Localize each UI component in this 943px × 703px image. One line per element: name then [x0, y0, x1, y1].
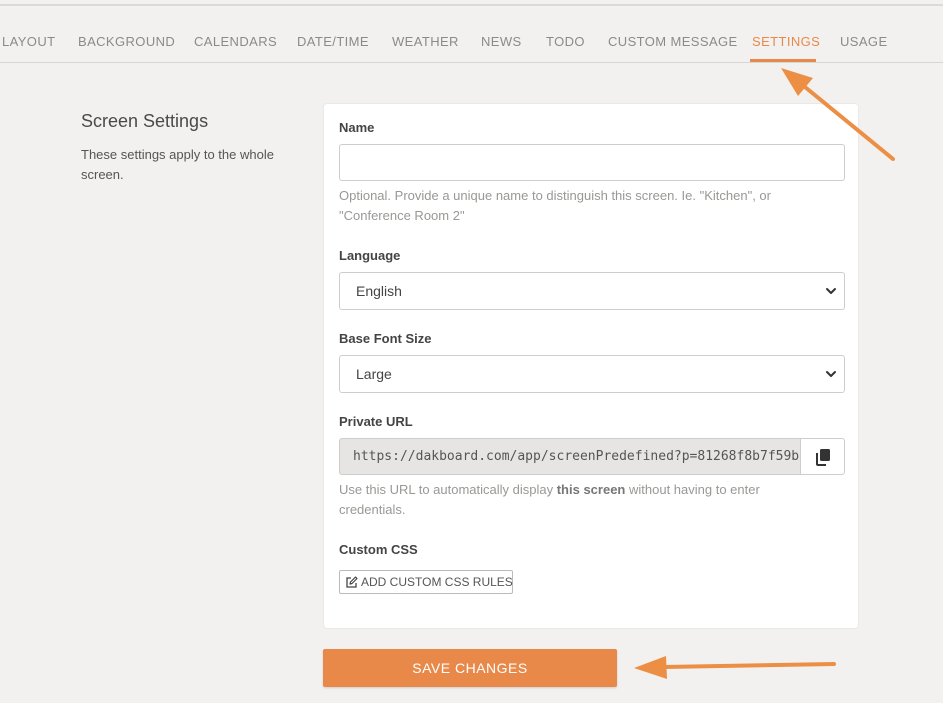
copy-icon: [816, 449, 830, 466]
private-url-value: https://dakboard.com/app/screenPredefine…: [353, 449, 800, 464]
tab-calendars[interactable]: CALENDARS: [194, 34, 277, 49]
private-url-group: https://dakboard.com/app/screenPredefine…: [339, 438, 845, 475]
private-url-label: Private URL: [339, 414, 413, 429]
active-tab-indicator: [750, 59, 816, 62]
tab-usage[interactable]: USAGE: [840, 34, 888, 49]
edit-icon: [346, 576, 358, 588]
tab-custom-message[interactable]: CUSTOM MESSAGE: [608, 34, 738, 49]
chevron-down-icon: [826, 371, 836, 377]
tab-news[interactable]: NEWS: [481, 34, 522, 49]
name-help: Optional. Provide a unique name to disti…: [339, 188, 771, 223]
custom-css-label: Custom CSS: [339, 542, 418, 557]
tab-layout[interactable]: LAYOUT: [2, 34, 55, 49]
tab-date-time[interactable]: DATE/TIME: [297, 34, 369, 49]
language-value: English: [356, 283, 402, 299]
name-label: Name: [339, 120, 375, 135]
font-size-select[interactable]: Large: [339, 355, 845, 393]
section-description: These settings apply to the whole screen…: [81, 147, 274, 182]
tab-weather[interactable]: WEATHER: [392, 34, 459, 49]
tab-settings[interactable]: SETTINGS: [752, 34, 820, 49]
font-size-label: Base Font Size: [339, 331, 432, 346]
private-url-help-text: Use this URL to automatically display: [339, 482, 557, 497]
language-select[interactable]: English: [339, 272, 845, 310]
arrow-icon: [634, 656, 836, 679]
tab-todo[interactable]: TODO: [546, 34, 585, 49]
settings-page: LAYOUT BACKGROUND CALENDARS DATE/TIME WE…: [0, 0, 943, 703]
private-url-help-bold: this screen: [556, 482, 626, 497]
name-input[interactable]: [339, 144, 845, 181]
add-custom-css-label: ADD CUSTOM CSS RULES: [361, 575, 513, 589]
font-size-value: Large: [356, 366, 392, 382]
save-changes-button[interactable]: SAVE CHANGES: [323, 649, 617, 687]
add-custom-css-button[interactable]: ADD CUSTOM CSS RULES: [339, 570, 513, 594]
private-url-help: Use this URL to automatically display th…: [339, 480, 829, 520]
tab-bar: LAYOUT BACKGROUND CALENDARS DATE/TIME WE…: [0, 22, 943, 63]
save-changes-label: SAVE CHANGES: [412, 660, 528, 676]
private-url-field[interactable]: https://dakboard.com/app/screenPredefine…: [339, 438, 801, 475]
settings-card: Name Optional. Provide a unique name to …: [323, 103, 859, 629]
top-divider: [0, 4, 943, 6]
copy-url-button[interactable]: [800, 438, 845, 475]
section-title: Screen Settings: [81, 111, 209, 131]
tab-background[interactable]: BACKGROUND: [78, 34, 175, 49]
language-label: Language: [339, 248, 401, 263]
chevron-down-icon: [826, 288, 836, 294]
